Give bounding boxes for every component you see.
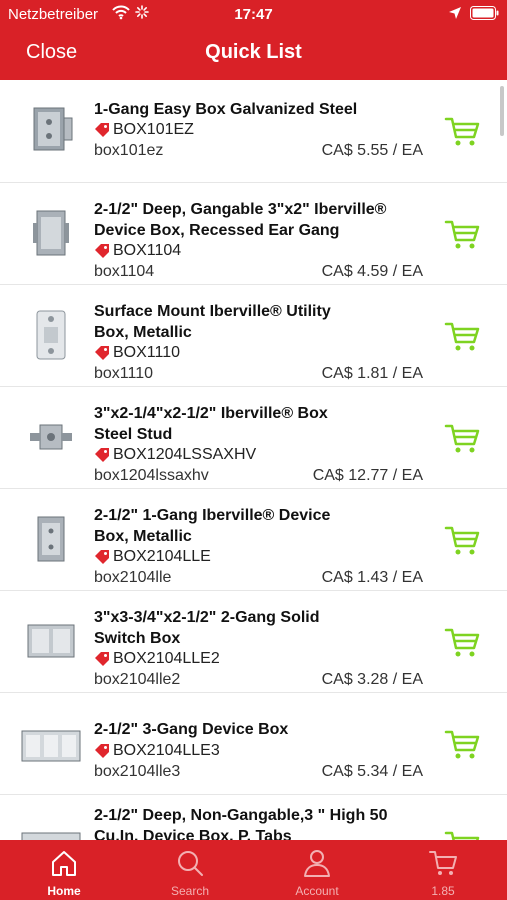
product-price: CA$ 1.43 / EA: [321, 569, 423, 586]
product-image: [21, 730, 81, 762]
product-price: CA$ 1.81 / EA: [321, 365, 423, 382]
product-code: box2104lle2: [94, 671, 181, 688]
tab-label: Search: [170, 884, 210, 898]
product-code: box2104lle3: [94, 763, 181, 780]
product-code: box1204lssaxhv: [94, 467, 209, 484]
product-price: CA$ 5.34 / EA: [321, 763, 423, 780]
tab-home[interactable]: Home: [14, 840, 114, 900]
add-to-cart-icon[interactable]: [444, 115, 480, 147]
search-icon: [178, 851, 203, 876]
tab-account[interactable]: Account: [267, 840, 367, 900]
sku-line: BOX2104LLE3: [94, 742, 220, 760]
sku-line: BOX1110: [94, 344, 180, 362]
price-tag-icon: [95, 652, 109, 666]
list-item[interactable]: 2-1/2" 1-Gang Iberville® Device Box, Met…: [0, 489, 507, 591]
sku-line: BOX1204LSSAXHV: [94, 446, 256, 464]
add-to-cart-icon[interactable]: [444, 728, 480, 760]
product-image: [27, 624, 75, 658]
product-name-line: Device Box, Recessed Ear Gang: [94, 222, 340, 239]
product-image: [30, 424, 72, 450]
product-image: [36, 310, 66, 360]
product-name-line: Cu.In. Device Box, P. Tabs: [94, 828, 292, 840]
price-tag-icon: [95, 123, 109, 137]
battery-icon: [470, 6, 499, 20]
status-bar: Netzbetreiber 17:47: [0, 0, 507, 28]
product-sku: BOX2104LLE2: [113, 650, 220, 667]
price-tag-icon: [95, 244, 109, 258]
sku-line: BOX1104: [94, 242, 181, 260]
product-sku: BOX1204LSSAXHV: [113, 446, 257, 463]
list-item[interactable]: Surface Mount Iberville® Utility Box, Me…: [0, 285, 507, 387]
product-name-line: Surface Mount Iberville® Utility: [94, 303, 331, 320]
sku-line: BOX2104LLE2: [94, 650, 220, 668]
product-name-line: 2-1/2" Deep, Gangable 3"x2" Iberville®: [94, 201, 387, 218]
scroll-indicator[interactable]: [500, 86, 504, 136]
product-image: [37, 516, 65, 562]
list-item[interactable]: 1-Gang Easy Box Galvanized Steel BOX101E…: [0, 80, 507, 183]
sku-line: BOX2104LLE: [94, 548, 211, 566]
product-code: box2104lle: [94, 569, 172, 586]
home-icon: [52, 851, 76, 876]
product-code: box101ez: [94, 142, 164, 159]
product-name-line: Box, Metallic: [94, 324, 192, 341]
price-tag-icon: [95, 346, 109, 360]
add-to-cart-icon[interactable]: [444, 422, 480, 454]
add-to-cart-icon[interactable]: [444, 320, 480, 352]
list-item[interactable]: 2-1/2" Deep, Non-Gangable,3 " High 50 Cu…: [0, 795, 507, 840]
product-name-line: 2-1/2" 1-Gang Iberville® Device: [94, 507, 331, 524]
add-to-cart-icon[interactable]: [444, 218, 480, 250]
product-price: CA$ 12.77 / EA: [312, 467, 423, 484]
product-sku: BOX1110: [113, 344, 181, 361]
product-name-line: Switch Box: [94, 630, 181, 647]
list-item[interactable]: 2-1/2" Deep, Gangable 3"x2" Iberville® D…: [0, 183, 507, 285]
clock: 17:47: [234, 6, 273, 23]
product-image: [33, 210, 69, 256]
product-name-line: Steel Stud: [94, 426, 173, 443]
account-icon: [304, 850, 330, 877]
product-name-line: Box, Metallic: [94, 528, 192, 545]
quick-list[interactable]: 1-Gang Easy Box Galvanized Steel BOX101E…: [0, 80, 507, 840]
product-name-line: 2-1/2" Deep, Non-Gangable,3 " High 50: [94, 807, 388, 824]
product-sku: BOX2104LLE3: [113, 742, 220, 759]
location-arrow-icon: [449, 7, 461, 19]
product-sku: BOX101EZ: [113, 121, 194, 138]
tab-cart[interactable]: 1.85: [393, 840, 493, 900]
product-price: CA$ 3.28 / EA: [321, 671, 423, 688]
product-code: box1110: [94, 365, 154, 382]
navigation-bar: Close Quick List: [0, 28, 507, 80]
product-name-line: 3"x2-1/4"x2-1/2" Iberville® Box: [94, 405, 328, 422]
tab-search[interactable]: Search: [140, 840, 240, 900]
product-image: [21, 832, 81, 840]
product-sku: BOX1104: [113, 242, 182, 259]
product-price: CA$ 5.55 / EA: [321, 142, 423, 159]
cart-icon: [429, 851, 457, 875]
sku-line: BOX101EZ: [94, 121, 194, 139]
price-tag-icon: [95, 744, 109, 758]
price-tag-icon: [95, 550, 109, 564]
product-price: CA$ 4.59 / EA: [321, 263, 423, 280]
add-to-cart-icon[interactable]: [444, 524, 480, 556]
page-title: Quick List: [205, 41, 302, 63]
product-code: box1104: [94, 263, 155, 280]
product-name-line: 3"x3-3/4"x2-1/2" 2-Gang Solid: [94, 609, 320, 626]
list-item[interactable]: 2-1/2" 3-Gang Device Box BOX2104LLE3 box…: [0, 693, 507, 795]
product-name-line: 1-Gang Easy Box Galvanized Steel: [94, 101, 358, 118]
product-name-line: 2-1/2" 3-Gang Device Box: [94, 721, 289, 738]
list-item[interactable]: 3"x3-3/4"x2-1/2" 2-Gang Solid Switch Box…: [0, 591, 507, 693]
add-to-cart-icon[interactable]: [444, 829, 480, 840]
product-image: [33, 107, 73, 151]
tab-label: Home: [47, 884, 81, 898]
add-to-cart-icon[interactable]: [444, 626, 480, 658]
price-tag-icon: [95, 448, 109, 462]
tab-label: 1.85: [431, 884, 455, 898]
product-sku: BOX2104LLE: [113, 548, 211, 565]
tab-label: Account: [295, 884, 339, 898]
tab-bar: Home Search Account 1.85: [0, 840, 507, 900]
list-item[interactable]: 3"x2-1/4"x2-1/2" Iberville® Box Steel St…: [0, 387, 507, 489]
